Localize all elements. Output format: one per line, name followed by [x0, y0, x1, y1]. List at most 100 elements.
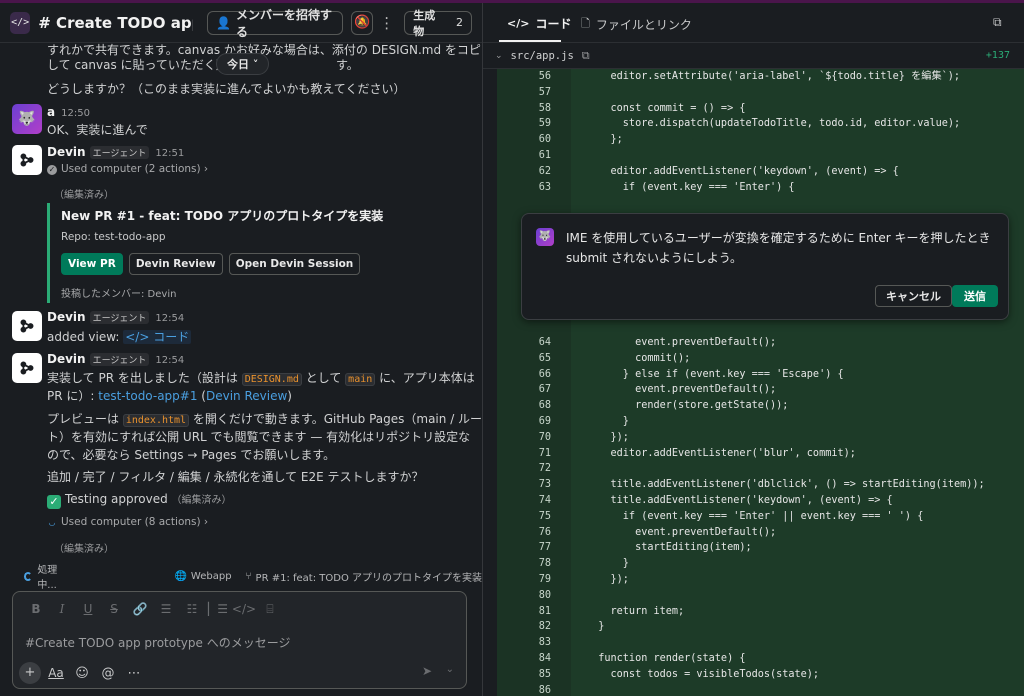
devin-review-link[interactable]: Devin Review [206, 389, 287, 403]
open-devin-session-button[interactable]: Open Devin Session [228, 253, 361, 275]
blockquote-icon[interactable]: ▏☰ [205, 602, 231, 617]
underline-icon[interactable]: U [75, 602, 101, 617]
code-line: 66 } else if (event.key === 'Escape') { [497, 367, 1024, 383]
avatar[interactable] [12, 145, 42, 175]
message-author[interactable]: Devin エージェント 12:54 [47, 352, 184, 366]
more-actions-icon[interactable]: ⋯ [121, 666, 147, 681]
send-icon[interactable]: ➤ [422, 664, 432, 678]
mention-icon[interactable]: @ [95, 666, 121, 681]
message-text: 実装して PR を出しました（設計は DESIGN.md として main に、… [47, 369, 475, 386]
message-input[interactable]: #Create TODO app prototype へのメッセージ [25, 634, 290, 651]
artifacts-button[interactable]: 生成物 2 [404, 9, 472, 38]
code-line: 64 event.preventDefault(); [497, 335, 1024, 351]
message-author[interactable]: a 12:50 [47, 105, 90, 119]
bold-icon[interactable]: B [23, 602, 49, 617]
more-options-icon[interactable]: ⋮ [379, 14, 394, 32]
devin-review-button[interactable]: Devin Review [128, 253, 223, 275]
code-text: editor.setAttribute('aria-label', `${tod… [586, 71, 961, 82]
message-timestamp[interactable]: 12:51 [155, 148, 184, 159]
code-line: 63 if (event.key === 'Enter') { [497, 180, 1024, 196]
line-number: 71 [538, 447, 551, 459]
chevron-down-icon[interactable]: ⌄ [495, 51, 503, 61]
line-number: 64 [538, 337, 551, 348]
pr-posted-by: 投稿したメンバー: Devin [61, 289, 177, 300]
author-name[interactable]: a [47, 105, 55, 119]
chevron-down-icon[interactable]: ⌄ [446, 664, 454, 675]
avatar[interactable] [12, 311, 42, 341]
author-name[interactable]: Devin [47, 310, 86, 324]
code-text: editor.addEventListener('keydown', (even… [586, 165, 899, 177]
file-path[interactable]: src/app.js [511, 50, 574, 62]
code-line: 76 event.preventDefault(); [497, 525, 1024, 541]
pr-chip[interactable]: ⑂ PR #1: feat: TODO アプリのプロトタイプを実装 [246, 569, 482, 584]
bell-off-icon: 🔕 [354, 15, 371, 30]
tab-files-links[interactable]: 🗋 ファイルとリンク [581, 15, 692, 34]
date-divider-pill[interactable]: 今日 ˅ [216, 53, 270, 75]
code-diff-view[interactable]: 56 editor.setAttribute('aria-label', `${… [497, 69, 1024, 696]
line-number: 75 [538, 510, 551, 522]
plus-icon[interactable]: + [19, 662, 41, 684]
message-timestamp[interactable]: 12:54 [155, 355, 184, 366]
author-name[interactable]: Devin [47, 352, 86, 366]
invite-members-button[interactable]: 👤 メンバーを招待する [207, 8, 343, 39]
wolf-avatar-icon: 🐺 [18, 111, 36, 127]
message-text: PR に）: test-todo-app#1 (Devin Review) [47, 387, 292, 404]
emoji-icon[interactable]: ☺ [69, 666, 95, 681]
message-author[interactable]: Devin エージェント 12:54 [47, 310, 184, 324]
used-computer-summary[interactable]: ✓ Used computer (2 actions) › [47, 163, 208, 175]
avatar[interactable]: 🐺 [12, 104, 42, 134]
added-view-text: added view: [47, 330, 120, 344]
code-app-icon[interactable]: </> [10, 11, 31, 34]
code-text: if (event.key === 'Enter' || event.key =… [586, 510, 924, 522]
strikethrough-icon[interactable]: S [101, 602, 127, 617]
code-line: 85 const todos = visibleTodos(state); [497, 667, 1024, 683]
code-line: 57 [497, 85, 1024, 101]
message-timestamp[interactable]: 12:54 [155, 313, 184, 324]
code-line: 68 render(store.getState()); [497, 398, 1024, 414]
code-block-icon[interactable]: ⌸ [257, 602, 283, 617]
code-view-link[interactable]: </> コード [123, 330, 192, 344]
side-panel: </> コード 🗋 ファイルとリンク ⧉ ⌄ src/app.js ⧉ +137 5… [483, 3, 1024, 696]
review-comment-text[interactable]: IME を使用しているユーザーが変換を確定するために Enter キーを押したと… [566, 228, 996, 268]
line-number: 83 [538, 637, 551, 649]
link-icon[interactable]: 🔗 [127, 602, 153, 617]
italic-icon[interactable]: I [49, 602, 75, 617]
avatar[interactable] [12, 353, 42, 383]
webapp-chip[interactable]: 🌐 Webapp [174, 571, 231, 582]
pr-card-title[interactable]: New PR #1 - feat: TODO アプリのプロトタイプを実装 [61, 207, 383, 224]
pr-link[interactable]: test-todo-app#1 [98, 389, 197, 403]
submit-button[interactable]: 送信 [952, 285, 998, 307]
view-pr-button[interactable]: View PR [61, 253, 123, 275]
text-format-icon[interactable]: Aa [43, 666, 69, 680]
line-number: 69 [538, 416, 551, 427]
line-number: 78 [538, 558, 551, 570]
message-composer[interactable]: B I U S 🔗 ☰ ☷ ▏☰ </> ⌸ #Create TODO app … [12, 591, 467, 689]
message-timestamp[interactable]: 12:50 [61, 108, 90, 119]
code-line: 59 store.dispatch(updateTodoTitle, todo.… [497, 116, 1024, 132]
ordered-list-icon[interactable]: ☰ [153, 602, 179, 617]
author-name[interactable]: Devin [47, 145, 86, 159]
channel-title[interactable]: # Create TODO app p... [38, 14, 193, 32]
popout-icon[interactable]: ⧉ [993, 15, 1002, 30]
tab-code[interactable]: </> コード [507, 15, 571, 32]
message-author[interactable]: Devin エージェント 12:51 [47, 145, 184, 159]
code-icon[interactable]: </> [231, 602, 257, 617]
copy-icon[interactable]: ⧉ [582, 49, 590, 63]
code-line: 62 editor.addEventListener('keydown', (e… [497, 164, 1024, 180]
code-line: 81 return item; [497, 604, 1024, 620]
edited-label: （編集済み） [54, 190, 114, 201]
active-tab-indicator [499, 40, 561, 42]
notification-button[interactable]: 🔕 [350, 10, 374, 35]
line-number: 79 [538, 574, 551, 585]
used-computer-summary[interactable]: ◡ Used computer (8 actions) › [47, 516, 209, 528]
cancel-button[interactable]: キャンセル [875, 285, 952, 307]
devin-logo-icon [20, 153, 34, 167]
code-text: editor.addEventListener('blur', commit); [586, 447, 856, 459]
agent-tag: エージェント [89, 146, 150, 159]
bullet-list-icon[interactable]: ☷ [179, 602, 205, 617]
line-number: 76 [538, 526, 551, 538]
line-number: 80 [538, 589, 551, 601]
lines-added-count: +137 [985, 50, 1010, 61]
line-number: 68 [538, 400, 551, 412]
message-list[interactable]: すれかで共有できます。canvas かお好みな場合は、添付の DESIGN.md… [0, 43, 482, 563]
